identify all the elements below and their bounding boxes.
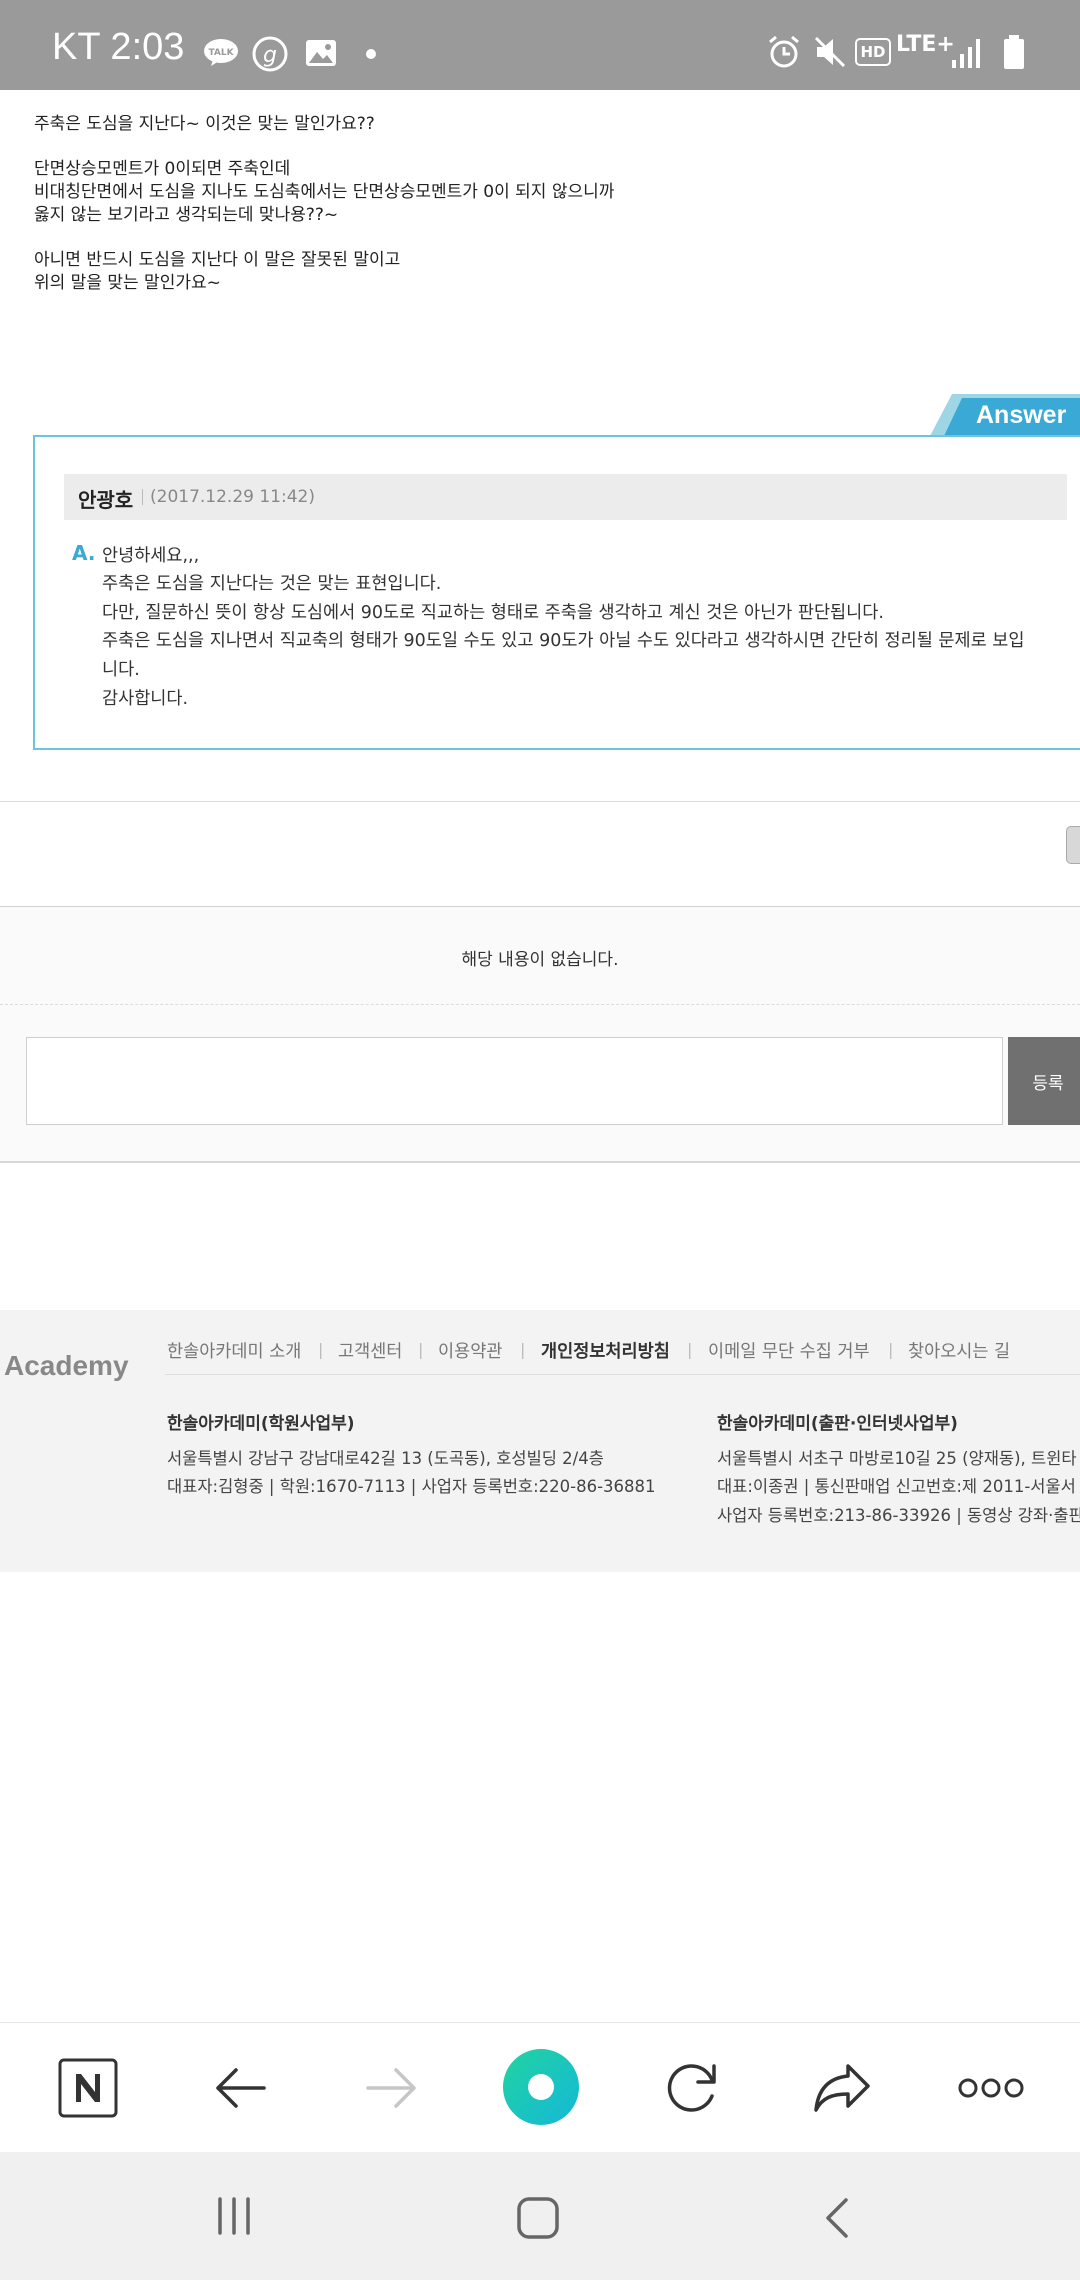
answer-date: (2017.12.29 11:42) xyxy=(150,487,315,507)
question-line: 비대칭단면에서 도심을 지나도 도심축에서는 단면상승모멘트가 0이 되지 않으… xyxy=(34,182,615,202)
answer-mark: A. xyxy=(72,541,96,565)
question-line: 단면상승모멘트가 0이되면 주축인데 xyxy=(34,159,291,179)
divider xyxy=(142,489,143,505)
comment-submit-button[interactable]: 등록 xyxy=(1008,1037,1080,1125)
refresh-icon[interactable] xyxy=(662,2058,720,2116)
back-arrow-icon[interactable] xyxy=(212,2063,268,2113)
alarm-icon xyxy=(766,34,802,70)
naver-home-icon[interactable] xyxy=(58,2058,118,2118)
green-home-button-icon[interactable] xyxy=(502,2048,580,2126)
footer-link-about[interactable]: 한솔아카데미 소개 xyxy=(167,1338,301,1363)
g-app-icon: g xyxy=(252,36,288,72)
recent-apps-icon[interactable] xyxy=(214,2196,254,2236)
answer-tab-label: Answer xyxy=(976,401,1067,429)
divider: | xyxy=(687,1340,693,1359)
footer-company-address: 서울특별시 서초구 마방로10길 25 (양재동), 트윈타 xyxy=(717,1449,1077,1468)
comment-input[interactable] xyxy=(26,1037,1003,1125)
footer-logo: Academy xyxy=(4,1350,129,1381)
answer-line: 안녕하세요,,, xyxy=(102,546,200,566)
signal-icon xyxy=(950,34,986,70)
answer-line: 주축은 도심을 지나면서 직교축의 형태가 90도일 수도 있고 90도가 아닐… xyxy=(102,631,1025,651)
footer-company-title: 한솔아카데미(학원사업부) xyxy=(167,1414,355,1434)
hd-icon: HD xyxy=(855,38,891,66)
answer-line: 다만, 질문하신 뜻이 항상 도심에서 90도로 직교하는 형태로 주축을 생각… xyxy=(102,603,884,623)
footer-link-privacy[interactable]: 개인정보처리방침 xyxy=(541,1338,670,1363)
divider xyxy=(0,1004,1080,1005)
divider xyxy=(0,801,1080,802)
empty-message: 해당 내용이 없습니다. xyxy=(461,950,619,970)
answer-tab: Answer xyxy=(930,394,1080,436)
footer-company-address: 서울특별시 강남구 강남대로42길 13 (도곡동), 호성빌딩 2/4층 xyxy=(167,1449,604,1468)
footer-link-email-refusal[interactable]: 이메일 무단 수집 거부 xyxy=(708,1338,870,1363)
home-icon[interactable] xyxy=(516,2196,560,2240)
lte-icon: LTE+ xyxy=(896,32,955,57)
status-time: KT 2:03 xyxy=(52,26,185,68)
svg-text:g: g xyxy=(263,43,277,68)
notification-dot-icon xyxy=(366,49,376,59)
footer-link-support[interactable]: 고객센터 xyxy=(338,1338,402,1363)
question-line: 아니면 반드시 도심을 지난다 이 말은 잘못된 말이고 xyxy=(34,250,401,270)
footer-company-title: 한솔아카데미(출판·인터넷사업부) xyxy=(717,1414,958,1434)
mute-icon xyxy=(812,34,848,70)
question-line: 옳지 않는 보기라고 생각되는데 맞나용??~ xyxy=(34,205,339,225)
answer-line: 주축은 도심을 지난다는 것은 맞는 표현입니다. xyxy=(102,574,442,594)
footer-link-terms[interactable]: 이용약관 xyxy=(438,1338,502,1363)
battery-icon xyxy=(1002,34,1026,70)
back-icon[interactable] xyxy=(822,2196,852,2240)
gallery-icon xyxy=(304,38,338,68)
answer-line: 니다. xyxy=(102,660,140,680)
footer-company-info: 대표:이종권 | 통신판매업 신고번호:제 2011-서울서 xyxy=(717,1477,1076,1496)
talk-badge: TALK xyxy=(208,48,234,58)
divider: | xyxy=(520,1340,526,1359)
kakaotalk-icon: TALK xyxy=(203,38,239,66)
divider: | xyxy=(318,1340,324,1359)
answer-line: 감사합니다. xyxy=(102,689,189,709)
answer-author: 안광호 xyxy=(78,488,134,512)
question-line: 주축은 도심을 지난다~ 이것은 맞는 말인가요?? xyxy=(34,114,375,134)
more-options-icon[interactable] xyxy=(958,2076,1024,2100)
footer-company-reg: 사업자 등록번호:213-86-33926 | 동영상 강좌·출판 xyxy=(717,1506,1080,1525)
footer-company-info: 대표자:김형중 | 학원:1670-7113 | 사업자 등록번호:220-86… xyxy=(167,1477,656,1496)
footer-link-directions[interactable]: 찾아오시는 길 xyxy=(908,1338,1010,1363)
side-handle[interactable] xyxy=(1066,826,1080,864)
question-line: 위의 말을 맞는 말인가요~ xyxy=(34,273,221,293)
divider: | xyxy=(418,1340,424,1359)
forward-arrow-icon[interactable] xyxy=(364,2063,420,2113)
divider: | xyxy=(888,1340,894,1359)
divider xyxy=(165,1374,1080,1375)
share-icon[interactable] xyxy=(812,2060,872,2116)
